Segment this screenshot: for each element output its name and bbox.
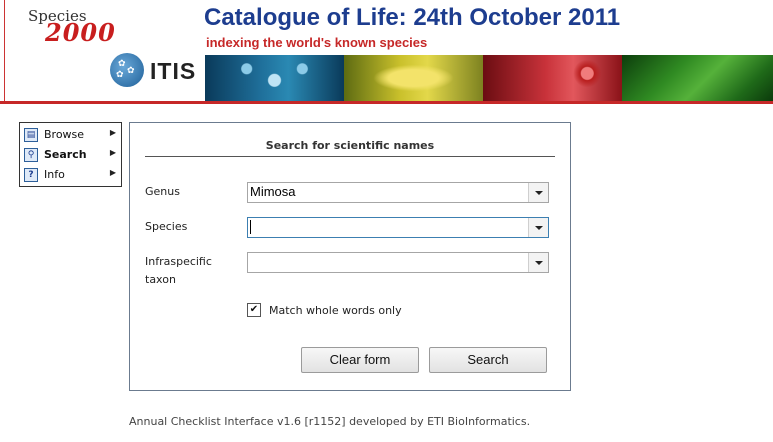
chevron-down-icon[interactable] xyxy=(528,183,548,202)
question-icon: ? xyxy=(24,168,38,182)
footer-text: Annual Checklist Interface v1.6 [r1152] … xyxy=(129,415,531,428)
chevron-right-icon: ▶ xyxy=(109,148,116,157)
menu-item-search[interactable]: ⚲ Search ▶ xyxy=(20,145,121,165)
page-subtitle: indexing the world's known species xyxy=(206,35,428,50)
species-combobox[interactable] xyxy=(247,217,549,238)
header: Species 2000 ✿ ✿ ✿ ITIS Catalogue of Life:… xyxy=(0,0,773,104)
sidebar-menu: ▤ Browse ▶ ⚲ Search ▶ ? Info ▶ xyxy=(19,122,122,187)
chevron-right-icon: ▶ xyxy=(109,168,116,177)
book-icon: ▤ xyxy=(24,128,38,142)
search-panel-divider xyxy=(145,156,555,157)
banner-cells-image xyxy=(205,55,344,101)
clear-form-button[interactable]: Clear form xyxy=(301,347,419,373)
search-button[interactable]: Search xyxy=(429,347,547,373)
chevron-down-icon[interactable] xyxy=(528,218,548,237)
menu-item-label: Browse xyxy=(44,128,85,141)
genus-value: Mimosa xyxy=(250,184,296,199)
infraspecific-label-line2: taxon xyxy=(145,273,176,286)
menu-item-info[interactable]: ? Info ▶ xyxy=(20,165,121,185)
banner-leaf-image xyxy=(622,55,773,101)
species-2000-logo-number[interactable]: 2000 xyxy=(45,18,116,47)
itis-logo-text[interactable]: ITIS xyxy=(150,58,196,85)
species-label: Species xyxy=(145,220,188,233)
chevron-right-icon: ▶ xyxy=(109,128,116,137)
match-whole-words-label[interactable]: Match whole words only xyxy=(269,304,402,317)
magnifier-icon: ⚲ xyxy=(24,148,38,162)
itis-globe-icon[interactable]: ✿ ✿ ✿ xyxy=(110,53,144,87)
genus-combobox[interactable]: Mimosa xyxy=(247,182,549,203)
genus-label: Genus xyxy=(145,185,180,198)
menu-item-label: Info xyxy=(44,168,65,181)
match-whole-words-checkbox[interactable]: ✔ xyxy=(247,303,261,317)
banner-anemone-image xyxy=(483,55,622,101)
header-divider xyxy=(0,101,773,104)
menu-item-label: Search xyxy=(44,148,87,161)
banner-butterfly-image xyxy=(344,55,483,101)
infraspecific-label-line1: Infraspecific xyxy=(145,255,212,268)
infraspecific-combobox[interactable] xyxy=(247,252,549,273)
text-cursor xyxy=(250,220,251,234)
page-title: Catalogue of Life: 24th October 2011 xyxy=(204,4,621,31)
search-panel-title: Search for scientific names xyxy=(265,139,435,152)
menu-item-browse[interactable]: ▤ Browse ▶ xyxy=(20,125,121,145)
search-panel: Search for scientific names Genus Mimosa… xyxy=(129,122,571,391)
chevron-down-icon[interactable] xyxy=(528,253,548,272)
header-left-rule xyxy=(4,0,5,103)
header-banner-image xyxy=(205,55,773,101)
